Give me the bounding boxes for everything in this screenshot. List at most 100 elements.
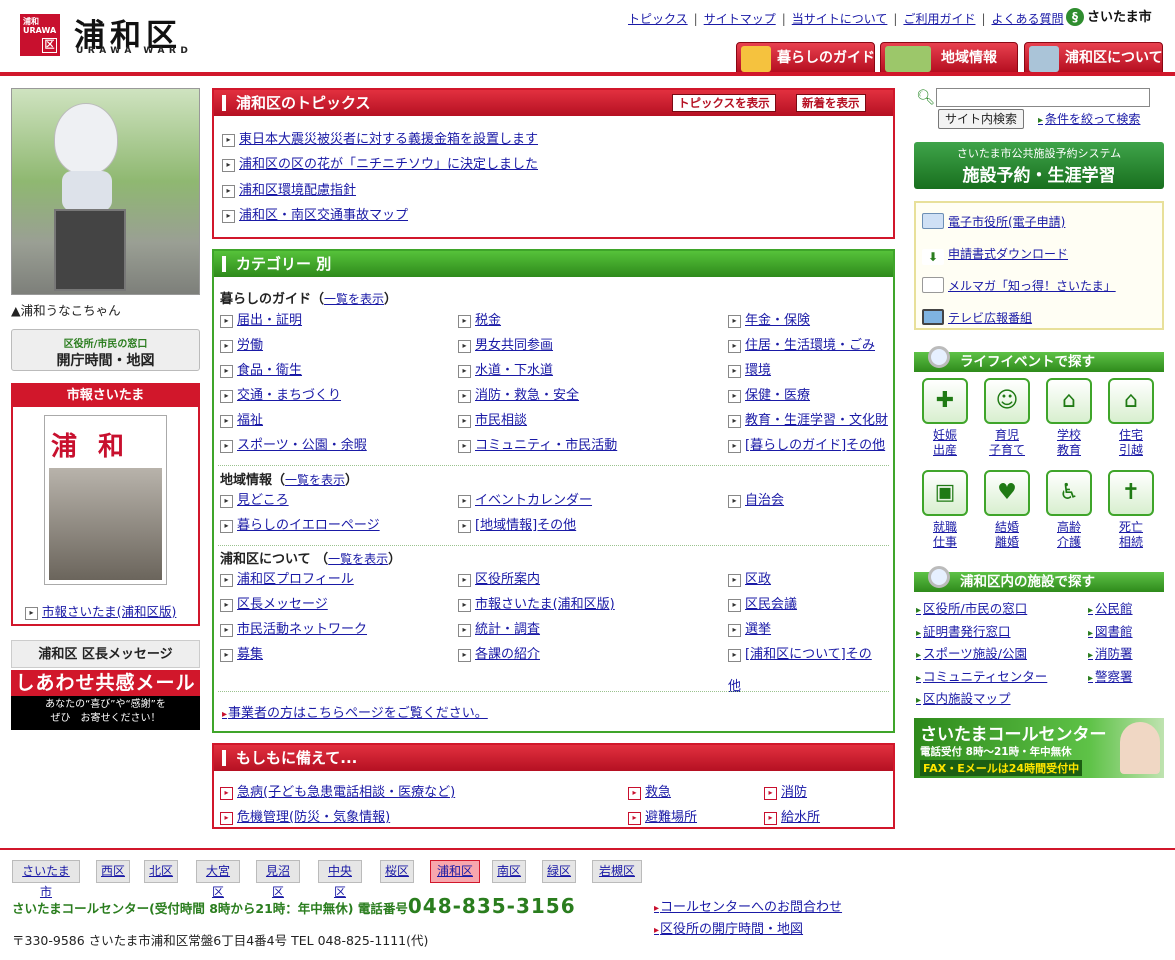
category-link[interactable]: 交通・まちづくり	[220, 384, 341, 403]
topnav-faq[interactable]: よくある質問	[992, 12, 1064, 26]
category-link[interactable]: 税金	[458, 309, 501, 328]
footer-hours-link[interactable]: 区役所の開庁時間・地図	[654, 918, 803, 937]
inquiry-link[interactable]: コールセンターへのお問合わせ	[654, 896, 842, 915]
ward-tab[interactable]: 緑区	[542, 860, 576, 883]
download-item[interactable]: ⬇ 申請書式ダウンロード	[922, 245, 1068, 265]
category-link[interactable]: [浦和区について]その	[728, 643, 872, 662]
emergency-link[interactable]: 危機管理(防災・気象情報)	[220, 806, 390, 825]
topnav-topics[interactable]: トピックス	[628, 12, 688, 26]
category-link[interactable]: 市民活動ネットワーク	[220, 618, 367, 637]
category-link[interactable]: 保健・医療	[728, 384, 810, 403]
life-event-button[interactable]: ✚ 妊娠 出産	[920, 378, 970, 458]
category-link[interactable]: 暮らしのイエローページ	[220, 514, 380, 533]
site-search-button[interactable]: サイト内検索	[938, 109, 1024, 129]
ward-tab[interactable]: 岩槻区	[592, 860, 642, 883]
city-logo[interactable]: § さいたま市	[1066, 6, 1152, 26]
ward-tab[interactable]: 桜区	[380, 860, 414, 883]
facility-link[interactable]: 証明書発行窓口	[916, 621, 1011, 640]
category-link[interactable]: イベントカレンダー	[458, 489, 592, 508]
e-city-hall-item[interactable]: 電子市役所(電子申請)	[922, 213, 1065, 230]
newsletter-link[interactable]: 市報さいたま(浦和区版)	[25, 601, 176, 620]
category-link[interactable]: 届出・証明	[220, 309, 302, 328]
life-event-button[interactable]: ▣ 就職 仕事	[920, 470, 970, 550]
ward-tab[interactable]: 大宮区	[196, 860, 240, 899]
facility-link[interactable]: 公民館	[1088, 598, 1133, 617]
life-event-button[interactable]: ♿ 高齢 介護	[1044, 470, 1094, 550]
emergency-link[interactable]: 救急	[628, 781, 671, 800]
topnav-guide[interactable]: ご利用ガイド	[903, 12, 975, 26]
show-topics-button[interactable]: トピックスを表示	[672, 94, 776, 112]
life-event-button[interactable]: ✝ 死亡 相続	[1106, 470, 1156, 550]
ward-tab[interactable]: 西区	[96, 860, 130, 883]
business-link[interactable]: 事業者の方はこちらページをご覧ください。	[222, 702, 488, 721]
advanced-search-link[interactable]: 条件を絞って検索	[1038, 110, 1140, 127]
category-link[interactable]: 選挙	[728, 618, 771, 637]
category-link[interactable]: 教育・生涯学習・文化財	[728, 409, 888, 428]
category-link[interactable]: 区役所案内	[458, 568, 540, 587]
mail-magazine-item[interactable]: メルマガ「知っ得！さいたま」	[922, 277, 1116, 294]
category-link[interactable]: 市民相談	[458, 409, 527, 428]
facility-link[interactable]: コミュニティセンター	[916, 666, 1047, 685]
link-label[interactable]: 電子市役所(電子申請)	[948, 215, 1065, 229]
topic-link[interactable]: 東日本大震災被災者に対する義援金箱を設置します	[222, 128, 538, 147]
category-link[interactable]: 各課の紹介	[458, 643, 540, 662]
category-link[interactable]: スポーツ・公園・余暇	[220, 434, 367, 453]
facility-link[interactable]: 図書館	[1088, 621, 1133, 640]
category-link[interactable]: 男女共同参画	[458, 334, 553, 353]
ward-tab[interactable]: 南区	[492, 860, 526, 883]
category-link[interactable]: 食品・衛生	[220, 359, 302, 378]
emergency-link[interactable]: 急病(子ども急患電話相談・医療など)	[220, 781, 455, 800]
show-all-link[interactable]: 一覧を表示	[328, 552, 388, 566]
topnav-sitemap[interactable]: サイトマップ	[704, 12, 776, 26]
topic-link[interactable]: 浦和区環境配慮指針	[222, 179, 356, 198]
ward-tab[interactable]: 見沼区	[256, 860, 300, 899]
facility-link[interactable]: 区内施設マップ	[916, 688, 1011, 707]
happiness-mail-banner[interactable]: しあわせ共感メール あなたの“喜び”や“感謝”を ぜひ お寄せください！	[11, 670, 200, 730]
tab-area-info[interactable]: 地域情報	[880, 42, 1018, 73]
category-link[interactable]: 年金・保険	[728, 309, 810, 328]
facility-link[interactable]: 警察署	[1088, 666, 1133, 685]
office-hours-button[interactable]: 区役所/市民の窓口 開庁時間・地図	[11, 329, 200, 371]
ward-tab[interactable]: さいたま市	[12, 860, 80, 899]
category-link[interactable]: 見どころ	[220, 489, 289, 508]
facility-reservation-banner[interactable]: さいたま市公共施設予約システム 施設予約・生涯学習	[914, 142, 1164, 189]
category-link[interactable]: 自治会	[728, 489, 784, 508]
category-link[interactable]: コミュニティ・市民活動	[458, 434, 617, 453]
tv-program-item[interactable]: テレビ広報番組	[922, 309, 1032, 326]
show-all-link[interactable]: 一覧を表示	[324, 292, 384, 306]
link-label[interactable]: メルマガ「知っ得！さいたま」	[948, 279, 1116, 293]
life-event-button[interactable]: ♥ 結婚 離婚	[982, 470, 1032, 550]
tab-about-ward[interactable]: 浦和区について	[1024, 42, 1163, 73]
category-link[interactable]: 浦和区プロフィール	[220, 568, 354, 587]
life-event-button[interactable]: ☺ 育児 子育て	[982, 378, 1032, 458]
life-event-button[interactable]: ⌂ 学校 教育	[1044, 378, 1094, 458]
category-link[interactable]: 区民会議	[728, 593, 797, 612]
category-link[interactable]: 統計・調査	[458, 618, 540, 637]
facility-link[interactable]: 消防署	[1088, 643, 1133, 662]
category-link[interactable]: 募集	[220, 643, 263, 662]
call-center-banner[interactable]: さいたまコールセンター 電話受付 8時～21時・年中無休 FAX・Eメールは24…	[914, 718, 1164, 778]
category-link[interactable]: 住居・生活環境・ごみ	[728, 334, 875, 353]
topic-link[interactable]: 浦和区の区の花が「ニチニチソウ」に決定しました	[222, 153, 538, 172]
emergency-link[interactable]: 避難場所	[628, 806, 697, 825]
category-link[interactable]: 区長メッセージ	[220, 593, 328, 612]
link-label[interactable]: 申請書式ダウンロード	[948, 247, 1068, 261]
ward-tab[interactable]: 浦和区	[430, 860, 480, 883]
link-label[interactable]: テレビ広報番組	[948, 311, 1032, 325]
life-event-button[interactable]: ⌂ 住宅 引越	[1106, 378, 1156, 458]
tab-life-guide[interactable]: 暮らしのガイド	[736, 42, 875, 73]
facility-link[interactable]: 区役所/市民の窓口	[916, 598, 1027, 617]
ward-tab[interactable]: 北区	[144, 860, 178, 883]
category-link[interactable]: 水道・下水道	[458, 359, 553, 378]
category-link[interactable]: 市報さいたま(浦和区版)	[458, 593, 615, 612]
topnav-about-site[interactable]: 当サイトについて	[792, 12, 888, 26]
site-search-input[interactable]	[936, 88, 1150, 107]
newsletter-cover[interactable]: 浦 和	[44, 415, 167, 585]
show-all-link[interactable]: 一覧を表示	[285, 473, 345, 487]
category-link[interactable]: [地域情報]その他	[458, 514, 576, 533]
category-link[interactable]: [暮らしのガイド]その他	[728, 434, 885, 453]
ward-logo[interactable]: 浦和 URAWA 区	[20, 14, 60, 56]
ward-tab[interactable]: 中央区	[318, 860, 362, 899]
emergency-link[interactable]: 給水所	[764, 806, 820, 825]
category-link[interactable]: 労働	[220, 334, 263, 353]
